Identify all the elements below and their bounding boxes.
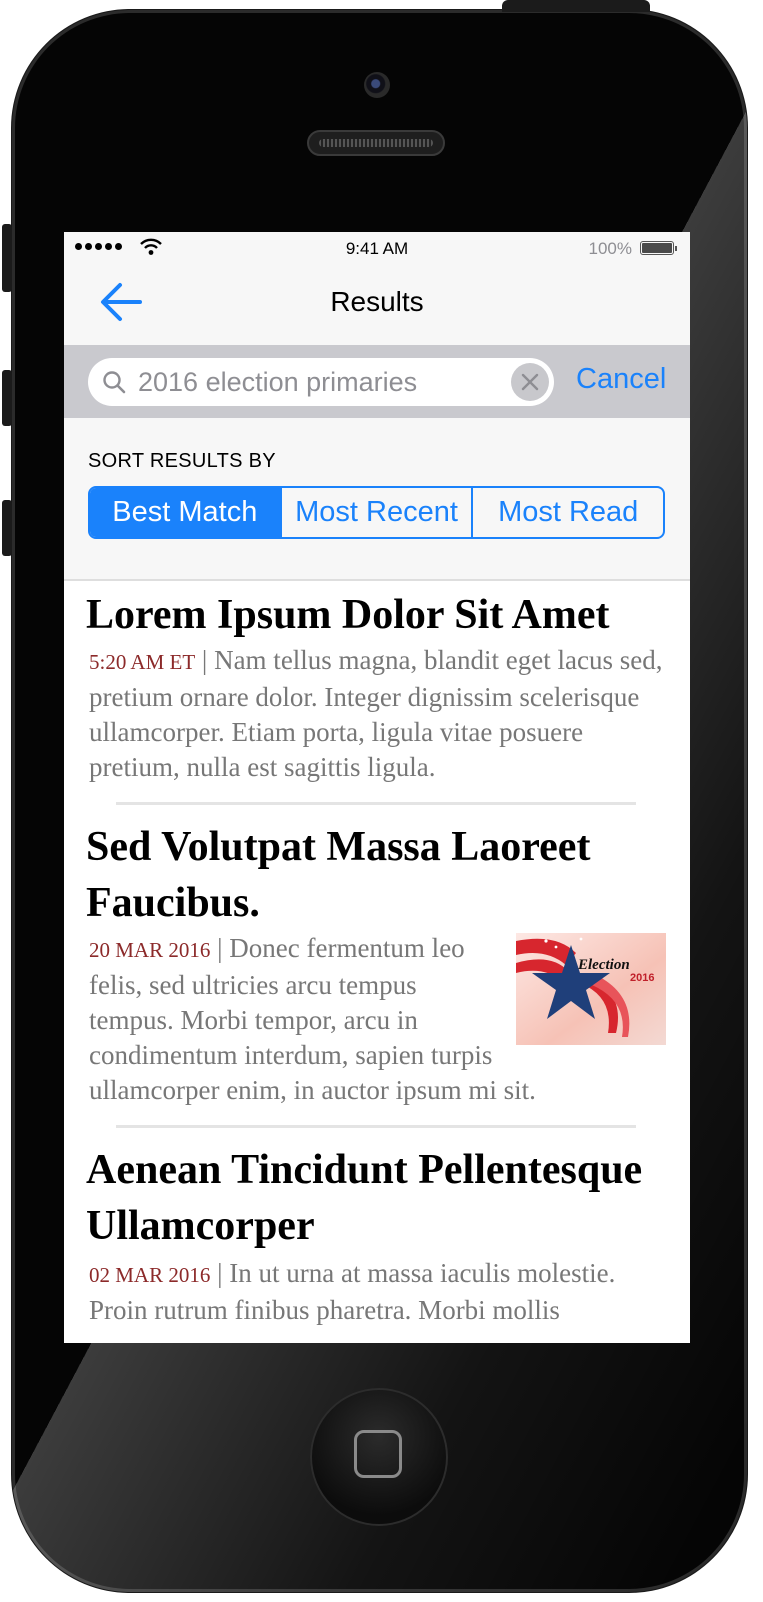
front-camera xyxy=(364,72,390,98)
battery-percentage: 100% xyxy=(588,239,632,258)
list-item[interactable]: Lorem Ipsum Dolor Sit Amet 5:20 AM ET | … xyxy=(64,581,690,805)
battery-icon xyxy=(640,241,677,255)
results-list: Lorem Ipsum Dolor Sit Amet 5:20 AM ET | … xyxy=(64,581,690,1328)
article-summary: 02 MAR 2016 | In ut urna at massa iaculi… xyxy=(89,1258,616,1325)
volume-down-button xyxy=(2,500,12,556)
article-title[interactable]: Lorem Ipsum Dolor Sit Amet xyxy=(86,587,666,643)
article-summary: Election 2016 20 MAR 2016 | Donec fermen… xyxy=(86,931,666,1108)
article-timestamp: 20 MAR 2016 xyxy=(89,938,211,962)
thumbnail-text: Election xyxy=(577,957,630,973)
navigation-bar: Results xyxy=(64,266,690,345)
cancel-button[interactable]: Cancel xyxy=(576,363,666,396)
page-title: Results xyxy=(330,286,424,317)
sort-label: SORT RESULTS BY xyxy=(88,450,276,472)
search-field[interactable] xyxy=(88,358,554,406)
thumbnail-year: 2016 xyxy=(630,972,654,984)
article-timestamp: 02 MAR 2016 xyxy=(89,1263,211,1287)
status-bar: 9:41 AM 100% xyxy=(64,232,690,266)
list-item[interactable]: Sed Volutpat Massa Laoreet Faucibus. Ele… xyxy=(64,805,690,1128)
article-summary: 5:20 AM ET | Nam tellus magna, blandit e… xyxy=(89,645,663,782)
screen: 9:41 AM 100% Results Cancel SORT xyxy=(64,232,690,1343)
article-title[interactable]: Aenean Tincidunt Pellentesque Ullamcorpe… xyxy=(86,1142,666,1254)
list-item[interactable]: Aenean Tincidunt Pellentesque Ullamcorpe… xyxy=(64,1128,690,1328)
clear-search-button[interactable] xyxy=(511,363,549,401)
sort-most-read[interactable]: Most Read xyxy=(471,488,663,537)
power-button xyxy=(502,0,650,12)
sort-segmented-control: Best Match Most Recent Most Read xyxy=(88,486,665,539)
sort-best-match[interactable]: Best Match xyxy=(90,488,280,537)
mute-switch xyxy=(2,224,12,292)
article-title[interactable]: Sed Volutpat Massa Laoreet Faucibus. xyxy=(86,819,666,931)
home-button-square-icon xyxy=(354,1430,402,1478)
sort-most-recent[interactable]: Most Recent xyxy=(279,488,472,537)
clear-icon xyxy=(521,373,539,391)
sort-section: SORT RESULTS BY Best Match Most Recent M… xyxy=(64,418,690,581)
search-input[interactable] xyxy=(138,364,498,400)
election-thumbnail[interactable]: Election 2016 xyxy=(516,933,666,1045)
volume-up-button xyxy=(2,370,12,426)
earpiece-speaker xyxy=(307,130,445,156)
search-icon xyxy=(103,371,126,394)
article-timestamp: 5:20 AM ET xyxy=(89,650,196,674)
search-bar: Cancel xyxy=(64,345,690,418)
